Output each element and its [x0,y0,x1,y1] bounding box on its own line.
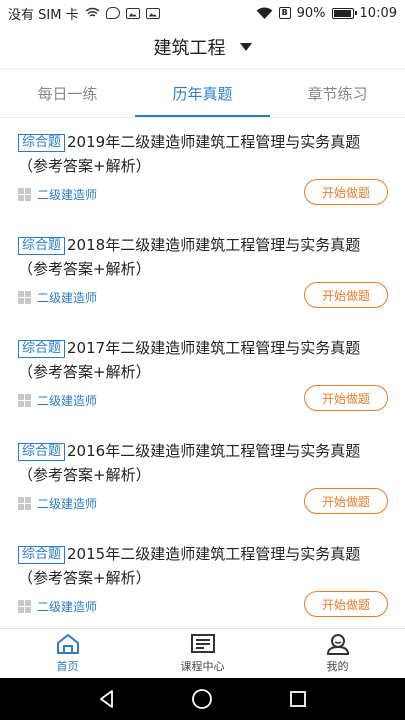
wifi-icon [256,7,273,19]
image-icon [125,7,140,19]
bottom-nav: 首页 课程中心 我的 [0,628,405,678]
list-item[interactable]: 综合题 2019年二级建造师建筑工程管理与实务真题（参考答案+解析） 二级建造师 … [0,118,405,221]
profile-icon [326,634,349,655]
item-title: 综合题 2016年二级建造师建筑工程管理与实务真题（参考答案+解析） [18,442,361,484]
item-title: 综合题 2019年二级建造师建筑工程管理与实务真题（参考答案+解析） [18,133,361,175]
gallery-icon [145,7,160,19]
nav-course-center[interactable]: 课程中心 [135,629,270,678]
type-tag: 综合题 [18,340,66,358]
type-tag: 综合题 [18,134,66,152]
item-meta: 二级建造师 [18,495,97,512]
grid-icon [18,600,31,613]
nav-profile[interactable]: 我的 [270,629,405,678]
subject-selector[interactable]: 建筑工程 [0,26,405,68]
list-item[interactable]: 综合题 2016年二级建造师建筑工程管理与实务真题（参考答案+解析） 二级建造师 … [0,427,405,530]
data-saver-icon: B [278,7,291,19]
grid-icon [18,394,31,407]
item-title: 综合题 2018年二级建造师建筑工程管理与实务真题（参考答案+解析） [18,236,361,278]
category-label: 二级建造师 [37,188,98,202]
start-button[interactable]: 开始做题 [304,488,388,514]
item-meta: 二级建造师 [18,392,97,409]
status-bar: 没有 SIM 卡 B 90% 10:09 [0,0,405,26]
battery-percent: 90% [296,5,326,21]
tab-chapter-practice[interactable]: 章节练习 [270,69,405,117]
recents-icon[interactable] [288,689,308,709]
battery-icon [331,7,357,19]
tab-past-exams[interactable]: 历年真题 [135,69,270,117]
type-tag: 综合题 [18,546,66,564]
grid-icon [18,497,31,510]
category-label: 二级建造师 [37,497,98,511]
tab-daily-practice[interactable]: 每日一练 [0,69,135,117]
clock: 10:09 [359,5,397,21]
start-button[interactable]: 开始做题 [304,282,388,308]
item-title: 综合题 2017年二级建造师建筑工程管理与实务真题（参考答案+解析） [18,339,361,381]
list-item[interactable]: 综合题 2017年二级建造师建筑工程管理与实务真题（参考答案+解析） 二级建造师 … [0,324,405,427]
list-item[interactable]: 综合题 2015年二级建造师建筑工程管理与实务真题（参考答案+解析） 二级建造师 … [0,530,405,628]
caret-down-icon [239,43,252,51]
home-circle-icon[interactable] [191,688,213,710]
tab-bar: 每日一练 历年真题 章节练习 [0,68,405,118]
course-icon [190,634,215,653]
item-meta: 二级建造师 [18,289,97,306]
system-nav-bar [0,678,405,720]
list-item[interactable]: 综合题 2018年二级建造师建筑工程管理与实务真题（参考答案+解析） 二级建造师 … [0,221,405,324]
grid-icon [18,291,31,304]
item-meta: 二级建造师 [18,186,97,203]
category-label: 二级建造师 [37,291,98,305]
home-icon [56,634,79,654]
item-meta: 二级建造师 [18,598,97,615]
type-tag: 综合题 [18,443,66,461]
nav-label: 首页 [56,660,79,673]
wifi-call-icon [85,7,100,17]
page-title: 建筑工程 [153,38,226,59]
back-icon[interactable] [97,689,117,709]
exam-list: 综合题 2019年二级建造师建筑工程管理与实务真题（参考答案+解析） 二级建造师 … [0,118,405,628]
nav-home[interactable]: 首页 [0,629,135,678]
category-label: 二级建造师 [37,600,98,614]
category-label: 二级建造师 [37,394,98,408]
item-title: 综合题 2015年二级建造师建筑工程管理与实务真题（参考答案+解析） [18,545,361,587]
start-button[interactable]: 开始做题 [304,385,388,411]
grid-icon [18,188,31,201]
type-tag: 综合题 [18,237,66,255]
nav-label: 课程中心 [180,660,225,673]
message-icon [105,7,120,19]
nav-label: 我的 [326,660,349,673]
start-button[interactable]: 开始做题 [304,179,388,205]
carrier-text: 没有 SIM 卡 [8,7,79,23]
start-button[interactable]: 开始做题 [304,591,388,617]
